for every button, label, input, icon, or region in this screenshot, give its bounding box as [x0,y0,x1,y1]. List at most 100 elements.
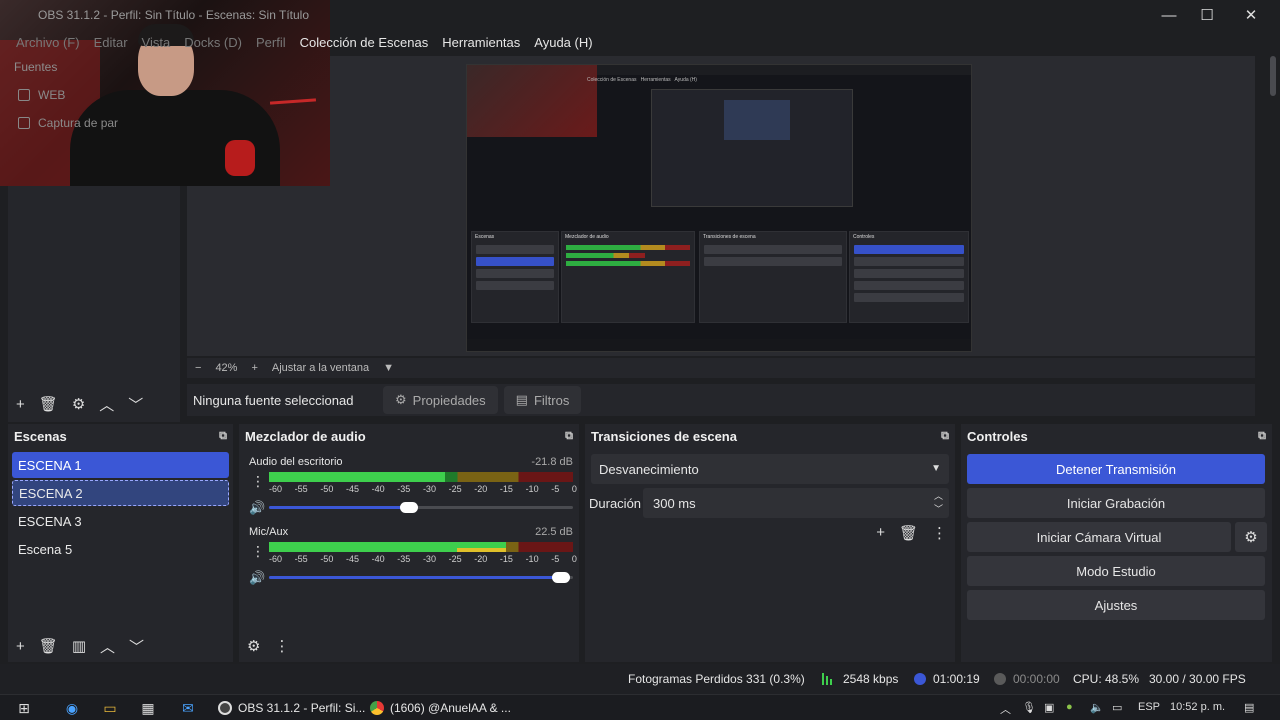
notifications-icon[interactable]: ▤ [1244,701,1254,714]
menu-profile[interactable]: Perfil [256,35,286,50]
sources-list[interactable] [8,186,180,386]
menu-file[interactable]: Archivo (F) [16,35,80,50]
speaker-icon[interactable]: 🔊 [249,500,265,516]
start-recording-button[interactable]: Iniciar Grabación [967,488,1265,518]
meter-tick: -30 [422,484,436,494]
float-dock-icon[interactable]: ⧉ [219,430,227,443]
maximize-icon[interactable]: ☐ [1184,0,1230,30]
windows-start-icon[interactable]: ⊞ [14,698,34,718]
properties-button[interactable]: ⚙ Propiedades [383,386,498,414]
source-item[interactable]: WEB [18,88,65,102]
network-icon[interactable]: ▭ [1112,701,1122,714]
volume-slider[interactable] [269,572,573,583]
transition-select[interactable]: Desvanecimiento ▼ [591,454,949,484]
scene-item[interactable]: ESCENA 2 [12,480,229,506]
add-scene-button[interactable]: + [16,638,25,655]
menu-edit[interactable]: Editar [94,35,128,50]
meter-tick: -5 [551,554,560,564]
chevron-down-icon[interactable]: ▼ [383,362,394,374]
scrollbar-thumb[interactable] [1270,56,1276,96]
move-scene-down-button[interactable]: ﹀ [129,636,144,657]
scene-list: ESCENA 1 ESCENA 2 ESCENA 3 Escena 5 [8,448,233,564]
scene-item[interactable]: ESCENA 3 [12,508,229,534]
menu-docks[interactable]: Docks (D) [184,35,242,50]
stepper-icon[interactable]: ︿ ﹀ [934,490,943,516]
mixer-channel: Audio del escritorio -21.8 dB ⋮ -60 -55 -5… [247,452,577,518]
dock-title: Transiciones de escena [591,428,737,444]
edge-icon[interactable]: ◉ [62,698,82,718]
meter-tick: -60 [269,484,283,494]
menu-view[interactable]: Vista [142,35,171,50]
virtual-camera-settings-icon[interactable]: ⚙ [1235,522,1267,552]
source-settings-button[interactable]: ⚙ [72,395,85,413]
zoom-out-button[interactable]: − [195,362,201,374]
meter-tick: -55 [294,484,308,494]
microphone-icon[interactable]: 🎙 [1022,701,1036,714]
channel-db: -21.8 dB [531,456,573,468]
move-source-up-button[interactable]: ︿ [99,394,114,415]
channel-menu-icon[interactable]: ⋮ [251,474,265,488]
filters-button[interactable]: ▤ Filtros [503,386,582,414]
sources-heading: Fuentes [14,60,58,74]
clock[interactable]: 10:52 p. m. [1170,701,1225,713]
mixer-menu-icon[interactable]: ⋮ [274,637,289,655]
start-virtual-camera-button[interactable]: Iniciar Cámara Virtual [967,522,1231,552]
scene-filters-button[interactable]: ▥ [72,637,86,655]
language-indicator[interactable]: ESP [1138,701,1160,713]
taskbar-app-chrome[interactable]: (1606) @AnuelAA & ... [370,697,511,719]
meter-tick: -5 [551,484,560,494]
meter-tick: -35 [397,554,411,564]
transition-menu-icon[interactable]: ⋮ [932,524,947,542]
volume-slider-handle[interactable] [551,572,570,583]
settings-button[interactable]: Ajustes [967,590,1265,620]
remove-transition-button[interactable]: 🗑 [899,524,918,542]
meter-tick: 0 [571,484,577,494]
speaker-tray-icon[interactable]: 🔈 [1090,701,1104,714]
taskbar-app-obs[interactable]: OBS 31.1.2 - Perfil: Si... [218,697,365,719]
tray-chevron-icon[interactable]: ︿ [1000,701,1011,717]
menu-scene-collection[interactable]: Colección de Escenas [300,35,429,50]
stop-streaming-button[interactable]: Detener Transmisión [967,454,1265,484]
add-transition-button[interactable]: + [876,524,885,542]
remove-scene-button[interactable]: 🗑 [39,637,58,655]
volume-slider-handle[interactable] [399,502,418,513]
duration-input[interactable]: 300 ms ︿ ﹀ [643,488,949,518]
menu-tools[interactable]: Herramientas [442,35,520,50]
meter-tick: -10 [525,484,539,494]
dropped-frames: Fotogramas Perdidos 331 (0.3%) [628,672,805,686]
volume-slider[interactable] [269,502,573,513]
preview-canvas[interactable]: Colección de Escenas Herramientas Ayuda … [466,64,972,352]
meter-tick: -25 [448,554,462,564]
add-source-button[interactable]: + [16,396,25,413]
menu-help[interactable]: Ayuda (H) [534,35,592,50]
meter-tick: -55 [294,554,308,564]
speaker-icon[interactable]: 🔊 [249,570,265,586]
store-icon[interactable]: ▦ [138,698,158,718]
app-tray-icon[interactable]: ● [1066,701,1073,713]
capture-icon[interactable]: ▣ [1044,701,1054,714]
meter-tick: -20 [474,554,488,564]
zoom-in-button[interactable]: + [251,362,257,374]
float-dock-icon[interactable]: ⧉ [1258,430,1266,443]
volume-meter [269,542,573,552]
channel-menu-icon[interactable]: ⋮ [251,544,265,558]
folder-icon[interactable]: ▭ [100,698,120,718]
mail-icon[interactable]: ✉ [178,698,198,718]
move-scene-up-button[interactable]: ︿ [100,636,115,657]
move-source-down-button[interactable]: ﹀ [128,394,143,415]
scenes-toolbar: + 🗑 ▥ ︿ ﹀ [8,634,233,658]
close-icon[interactable]: ✕ [1228,0,1274,30]
scene-item[interactable]: ESCENA 1 [12,452,229,478]
float-dock-icon[interactable]: ⧉ [941,430,949,443]
scene-item[interactable]: Escena 5 [12,536,229,562]
float-dock-icon[interactable]: ⧉ [565,430,573,443]
fit-window-button[interactable]: Ajustar a la ventana [272,362,369,374]
meter-tick: -30 [422,554,436,564]
meter-tick: -10 [525,554,539,564]
advanced-audio-button[interactable]: ⚙ [247,637,260,655]
stream-time: 01:00:19 [933,672,980,686]
meter-tick: -20 [474,484,488,494]
studio-mode-button[interactable]: Modo Estudio [967,556,1265,586]
remove-source-button[interactable]: 🗑 [39,395,58,413]
source-item[interactable]: Captura de par [18,116,118,130]
